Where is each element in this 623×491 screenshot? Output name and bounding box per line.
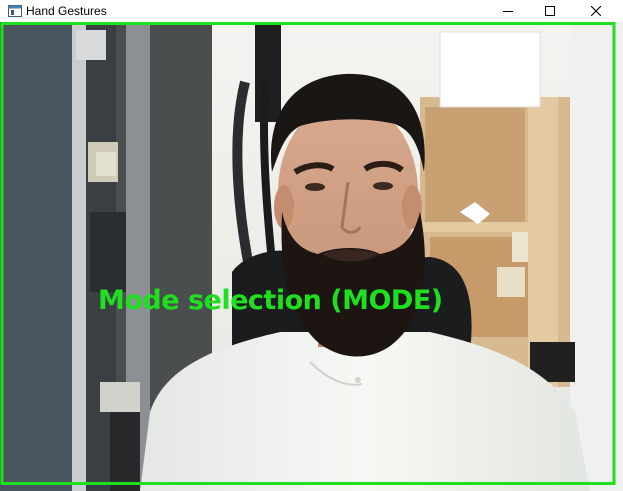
maximize-icon — [545, 6, 555, 16]
window-title: Hand Gestures — [26, 4, 107, 18]
webcam-frame: Mode selection (MODE) — [0, 22, 623, 491]
close-icon — [591, 6, 601, 16]
close-button[interactable] — [573, 0, 619, 22]
maximize-button[interactable] — [527, 0, 573, 22]
minimize-icon — [503, 11, 513, 12]
webcam-feed-image — [0, 22, 623, 491]
minimize-button[interactable] — [485, 0, 531, 22]
title-bar[interactable]: Hand Gestures — [0, 0, 623, 22]
mode-overlay-label: Mode selection (MODE) — [98, 285, 443, 316]
app-window-icon — [8, 5, 22, 17]
app-window: Hand Gestures Mode selection (MODE) — [0, 0, 623, 491]
